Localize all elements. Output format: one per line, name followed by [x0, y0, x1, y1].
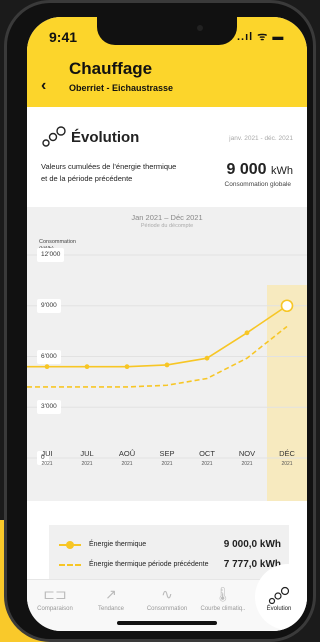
- x-tick-label: JUL 2021: [67, 449, 107, 469]
- data-point[interactable]: [280, 299, 294, 313]
- evolution-icon: [42, 126, 66, 147]
- tab-label: Comparaison: [37, 606, 73, 612]
- y-tick-label: 3'000: [37, 400, 61, 415]
- section-description: Valeurs cumulées de l’énergie thermique …: [41, 162, 177, 183]
- notch: [97, 17, 237, 45]
- data-point[interactable]: [204, 355, 210, 361]
- legend-dot: [66, 541, 74, 549]
- tab-evolution[interactable]: Évolution: [251, 586, 307, 612]
- thermometer-icon: 🌡: [214, 586, 232, 602]
- tab-label: Évolution: [266, 606, 292, 612]
- tab-courbe-climatique[interactable]: 🌡 Courbe climatiq..: [195, 586, 251, 612]
- x-tick-month: AOÛ: [118, 449, 136, 458]
- status-icons: ..ıl ᯤ ▬: [237, 31, 285, 43]
- tab-label: Consommation: [146, 606, 188, 612]
- x-tick-year: 2021: [41, 461, 53, 467]
- y-tick-label: 6'000: [37, 349, 61, 364]
- evolution-icon: [251, 586, 307, 606]
- x-tick-label: JUI 2021: [27, 449, 67, 469]
- back-button[interactable]: ‹: [41, 77, 46, 95]
- total-label: Consommation globale: [224, 181, 291, 188]
- home-indicator: [117, 621, 217, 625]
- legend-label: Énergie thermique période précédente: [89, 561, 209, 568]
- x-tick-label: DÉC 2021: [267, 449, 307, 469]
- section-title: Évolution: [71, 129, 140, 146]
- data-point[interactable]: [164, 362, 170, 368]
- legend-line-dashed: [59, 564, 81, 566]
- date-range: janv. 2021 - déc. 2021: [229, 135, 293, 142]
- app-header: 9:41 ..ıl ᯤ ▬ ‹ Chauffage Oberriet - Eic…: [27, 17, 307, 107]
- total-consumption: 9 000 kWh: [227, 161, 294, 179]
- phone-frame: 9:41 ..ıl ᯤ ▬ ‹ Chauffage Oberriet - Eic…: [4, 0, 316, 642]
- evolution-tab-icon: [268, 586, 290, 605]
- x-tick-month: NOV: [238, 449, 256, 458]
- status-time: 9:41: [49, 29, 78, 45]
- x-tick-month: OCT: [199, 449, 215, 458]
- data-point[interactable]: [244, 330, 250, 336]
- total-unit: kWh: [271, 165, 293, 177]
- x-tick-year: 2021: [161, 461, 173, 467]
- x-tick-year: 2021: [81, 461, 93, 467]
- x-tick-month: DÉC: [279, 449, 295, 458]
- x-tick-month: JUI: [41, 449, 53, 458]
- chevron-left-icon: ‹: [41, 77, 47, 94]
- chart-legend: Énergie thermique 9 000,0 kWh Énergie th…: [49, 525, 289, 579]
- tab-label: Tendance: [97, 606, 125, 612]
- tab-label: Courbe climatiq..: [200, 606, 246, 612]
- x-tick-year: 2021: [241, 461, 253, 467]
- x-tick-year: 2021: [121, 461, 133, 467]
- compare-icon: ⊏⊐: [43, 586, 67, 602]
- x-tick-label: AOÛ 2021: [107, 449, 147, 469]
- tab-consommation[interactable]: ∿ Consommation: [139, 586, 195, 612]
- tab-tendance[interactable]: ↗ Tendance: [83, 586, 139, 612]
- x-tick-month: JUL: [80, 449, 94, 458]
- page-subtitle: Oberriet - Eichaustrasse: [69, 83, 174, 93]
- camera-dot: [197, 25, 203, 31]
- y-tick-label: 12'000: [37, 248, 65, 262]
- x-tick-year: 2021: [281, 461, 293, 467]
- legend-value: 9 000,0 kWh: [223, 539, 281, 550]
- x-tick-label: NOV 2021: [227, 449, 267, 469]
- total-value: 9 000: [226, 161, 267, 178]
- data-point[interactable]: [84, 364, 90, 370]
- trend-icon: ↗: [105, 586, 117, 602]
- x-tick-month: SEP: [159, 449, 175, 458]
- app-screen: 9:41 ..ıl ᯤ ▬ ‹ Chauffage Oberriet - Eic…: [27, 17, 307, 631]
- x-tick-label: SEP 2021: [147, 449, 187, 469]
- x-tick-label: OCT 2021: [187, 449, 227, 469]
- tab-comparaison[interactable]: ⊏⊐ Comparaison: [27, 586, 83, 612]
- data-point[interactable]: [124, 364, 130, 370]
- y-tick-label: 9'000: [37, 298, 61, 313]
- consumption-wave-icon: ∿: [161, 586, 173, 602]
- legend-label: Énergie thermique: [89, 541, 147, 548]
- x-tick-year: 2021: [201, 461, 213, 467]
- page-title: Chauffage: [69, 59, 153, 78]
- data-point[interactable]: [44, 364, 50, 370]
